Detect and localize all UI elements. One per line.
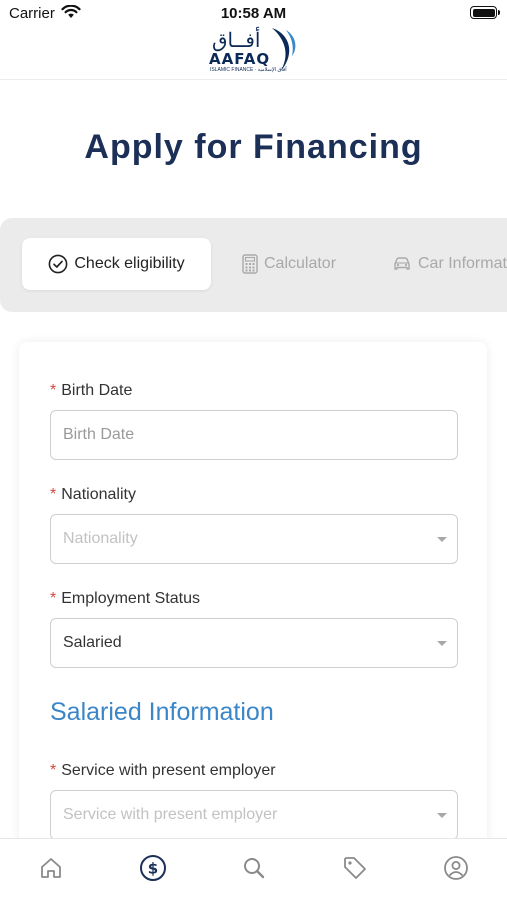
tab-car-information[interactable]: Car Informat bbox=[392, 238, 507, 290]
required-marker: * bbox=[50, 762, 57, 779]
home-icon[interactable] bbox=[36, 853, 66, 883]
birth-date-field[interactable]: Birth Date bbox=[50, 410, 458, 460]
svg-text:$: $ bbox=[148, 860, 158, 878]
step-tabs: Check eligibility Calculator Car Informa… bbox=[0, 218, 507, 312]
chevron-down-icon bbox=[437, 537, 447, 542]
tab-label: Check eligibility bbox=[74, 255, 185, 272]
employment-status-label: * Employment Status bbox=[50, 590, 200, 608]
service-employer-select[interactable]: Service with present employer bbox=[50, 790, 458, 840]
birth-date-label-text: Birth Date bbox=[61, 382, 133, 399]
logo-crescent-icon bbox=[266, 26, 300, 79]
logo-wordmark: AAFAQ bbox=[209, 50, 271, 68]
nationality-label: * Nationality bbox=[50, 486, 136, 504]
page-title: Apply for Financing bbox=[84, 128, 423, 166]
employment-status-label-text: Employment Status bbox=[61, 590, 200, 607]
required-marker: * bbox=[50, 382, 57, 399]
search-icon[interactable] bbox=[239, 853, 269, 883]
car-icon bbox=[392, 256, 412, 272]
financing-icon[interactable]: $ bbox=[138, 853, 168, 883]
battery-icon bbox=[470, 6, 500, 19]
clock: 10:58 AM bbox=[220, 5, 287, 22]
tab-label: Calculator bbox=[264, 255, 337, 272]
salaried-information-heading: Salaried Information bbox=[50, 698, 274, 726]
birth-date-label: * Birth Date bbox=[50, 382, 132, 400]
required-marker: * bbox=[50, 590, 57, 607]
app-header: أفــاق AAFAQ ISLAMIC FINANCE · آفاق الإس… bbox=[0, 24, 507, 80]
chevron-down-icon bbox=[437, 813, 447, 818]
eligibility-form: * Birth Date Birth Date * Nationality Nati… bbox=[19, 342, 487, 900]
service-employer-label: * Service with present employer bbox=[50, 762, 276, 780]
profile-icon[interactable] bbox=[441, 853, 471, 883]
aafaq-logo: أفــاق AAFAQ ISLAMIC FINANCE · آفاق الإس… bbox=[206, 26, 302, 76]
tab-label: Car Informat bbox=[418, 255, 507, 272]
nationality-select[interactable]: Nationality bbox=[50, 514, 458, 564]
tab-check-eligibility[interactable]: Check eligibility bbox=[22, 238, 211, 290]
check-circle-icon bbox=[48, 254, 68, 274]
employment-status-value: Salaried bbox=[63, 634, 122, 651]
service-employer-placeholder: Service with present employer bbox=[63, 806, 278, 823]
tag-icon[interactable] bbox=[340, 853, 370, 883]
bottom-nav: $ bbox=[0, 838, 507, 900]
calculator-icon bbox=[242, 254, 258, 274]
nationality-label-text: Nationality bbox=[61, 486, 136, 503]
birth-date-placeholder: Birth Date bbox=[63, 426, 135, 443]
logo-arabic-text: أفــاق bbox=[212, 28, 261, 52]
required-marker: * bbox=[50, 486, 57, 503]
employment-status-select[interactable]: Salaried bbox=[50, 618, 458, 668]
service-employer-label-text: Service with present employer bbox=[61, 762, 276, 779]
tab-calculator[interactable]: Calculator bbox=[242, 238, 336, 290]
chevron-down-icon bbox=[437, 641, 447, 646]
nationality-placeholder: Nationality bbox=[63, 530, 138, 547]
